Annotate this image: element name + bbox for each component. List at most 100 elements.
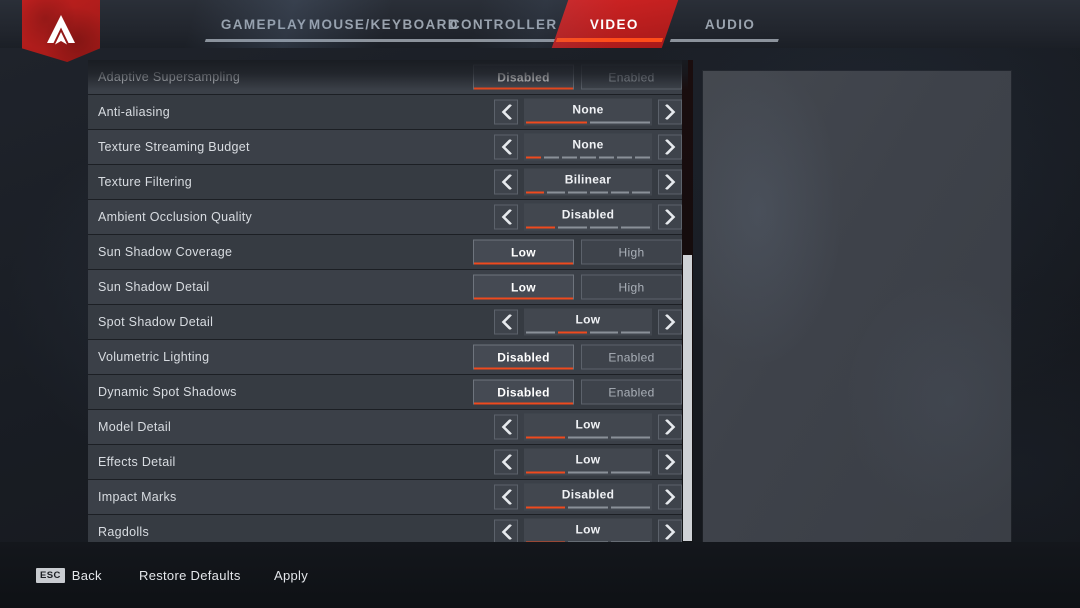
setting-row-model-detail[interactable]: Model Detail Low bbox=[88, 410, 688, 445]
chevron-left-icon[interactable] bbox=[494, 309, 518, 335]
setting-level-segments bbox=[526, 331, 650, 334]
setting-row-spot-shadow-detail[interactable]: Spot Shadow Detail Low bbox=[88, 305, 688, 340]
toggle-option-enabled[interactable]: Enabled bbox=[581, 344, 682, 370]
chevron-right-icon[interactable] bbox=[658, 519, 682, 542]
level-segment bbox=[634, 156, 650, 159]
level-segment bbox=[621, 226, 650, 229]
setting-value-box[interactable]: Bilinear bbox=[524, 168, 652, 196]
setting-value: None bbox=[572, 102, 604, 117]
setting-row-ragdolls[interactable]: Ragdolls Low bbox=[88, 515, 688, 542]
setting-label: Dynamic Spot Shadows bbox=[98, 385, 237, 399]
tab-audio[interactable]: AUDIO bbox=[662, 0, 799, 48]
setting-value-box[interactable]: None bbox=[524, 98, 652, 126]
setting-label: Model Detail bbox=[98, 420, 172, 434]
tab-label: VIDEO bbox=[590, 16, 640, 32]
level-segment bbox=[544, 156, 560, 159]
chevron-left-icon[interactable] bbox=[494, 484, 518, 510]
chevron-left-icon[interactable] bbox=[494, 519, 518, 542]
setting-row-effects-detail[interactable]: Effects Detail Low bbox=[88, 445, 688, 480]
level-segment bbox=[610, 436, 650, 439]
setting-row-texture-filtering[interactable]: Texture Filtering Bilinear bbox=[88, 165, 688, 200]
toggle-label: Disabled bbox=[497, 350, 550, 364]
setting-row-volumetric-lighting[interactable]: Volumetric Lighting Disabled Enabled bbox=[88, 340, 688, 375]
setting-level-segments bbox=[526, 121, 650, 124]
tab-underline bbox=[669, 39, 779, 42]
setting-label: Adaptive Supersampling bbox=[98, 70, 241, 84]
preview-sheen bbox=[703, 71, 1011, 542]
level-segment bbox=[526, 156, 542, 159]
setting-label: Sun Shadow Detail bbox=[98, 280, 210, 294]
chevron-right-icon[interactable] bbox=[658, 169, 682, 195]
setting-row-impact-marks[interactable]: Impact Marks Disabled bbox=[88, 480, 688, 515]
setting-value-box[interactable]: Low bbox=[524, 518, 652, 542]
footer-action-label: Restore Defaults bbox=[139, 567, 241, 583]
toggle-option-high[interactable]: High bbox=[581, 239, 682, 265]
setting-value: Low bbox=[575, 522, 601, 537]
toggle-option-disabled[interactable]: Disabled bbox=[473, 64, 574, 90]
chevron-left-icon[interactable] bbox=[494, 134, 518, 160]
apex-legends-logo-icon bbox=[22, 0, 100, 62]
footer-action-back[interactable]: ESC Back bbox=[36, 567, 102, 583]
setting-row-anti-aliasing[interactable]: Anti-aliasing None bbox=[88, 95, 688, 130]
setting-control: Disabled bbox=[494, 483, 682, 511]
setting-value-box[interactable]: None bbox=[524, 133, 652, 161]
toggle-option-enabled[interactable]: Enabled bbox=[581, 379, 682, 405]
setting-row-ambient-occlusion-quality[interactable]: Ambient Occlusion Quality Disabled bbox=[88, 200, 688, 235]
setting-control: Low bbox=[494, 308, 682, 336]
chevron-right-icon[interactable] bbox=[658, 99, 682, 125]
setting-label: Anti-aliasing bbox=[98, 105, 170, 119]
setting-row-dynamic-spot-shadows[interactable]: Dynamic Spot Shadows Disabled Enabled bbox=[88, 375, 688, 410]
level-segment bbox=[568, 191, 587, 194]
setting-level-segments bbox=[526, 471, 650, 474]
chevron-left-icon[interactable] bbox=[494, 169, 518, 195]
level-segment bbox=[580, 156, 596, 159]
setting-row-sun-shadow-detail[interactable]: Sun Shadow Detail Low High bbox=[88, 270, 688, 305]
chevron-left-icon[interactable] bbox=[494, 99, 518, 125]
toggle-option-enabled[interactable]: Enabled bbox=[581, 64, 682, 90]
setting-control: Low bbox=[494, 413, 682, 441]
setting-control: Disabled Enabled bbox=[473, 379, 682, 405]
setting-row-texture-streaming-budget[interactable]: Texture Streaming Budget None bbox=[88, 130, 688, 165]
toggle-label: Enabled bbox=[608, 70, 655, 84]
chevron-right-icon[interactable] bbox=[658, 449, 682, 475]
level-segment bbox=[526, 506, 566, 509]
toggle-underline bbox=[474, 87, 573, 90]
settings-scrollbar-thumb[interactable] bbox=[683, 255, 692, 541]
chevron-left-icon[interactable] bbox=[494, 449, 518, 475]
toggle-underline bbox=[582, 88, 681, 90]
setting-row-sun-shadow-coverage[interactable]: Sun Shadow Coverage Low High bbox=[88, 235, 688, 270]
footer-action-apply[interactable]: Apply bbox=[274, 568, 308, 583]
setting-label: Sun Shadow Coverage bbox=[98, 245, 233, 259]
toggle-option-high[interactable]: High bbox=[581, 274, 682, 300]
chevron-right-icon[interactable] bbox=[658, 484, 682, 510]
setting-level-segments bbox=[526, 506, 650, 509]
setting-value-box[interactable]: Disabled bbox=[524, 203, 652, 231]
chevron-right-icon[interactable] bbox=[658, 309, 682, 335]
setting-control: Low bbox=[494, 448, 682, 476]
setting-level-segments bbox=[526, 226, 650, 229]
chevron-left-icon[interactable] bbox=[494, 414, 518, 440]
level-segment bbox=[621, 331, 650, 334]
footer-action-restore-defaults[interactable]: Restore Defaults bbox=[139, 568, 241, 583]
chevron-left-icon[interactable] bbox=[494, 204, 518, 230]
footer-bar: ESC Back Restore Defaults Apply bbox=[0, 542, 1080, 608]
toggle-option-low[interactable]: Low bbox=[473, 239, 574, 265]
tab-video[interactable]: VIDEO bbox=[551, 0, 679, 48]
toggle-option-disabled[interactable]: Disabled bbox=[473, 379, 574, 405]
setting-value-box[interactable]: Low bbox=[524, 308, 652, 336]
setting-value-box[interactable]: Disabled bbox=[524, 483, 652, 511]
setting-row-adaptive-supersampling[interactable]: Adaptive Supersampling Disabled Enabled bbox=[88, 60, 688, 95]
level-segment bbox=[557, 226, 587, 229]
chevron-right-icon[interactable] bbox=[658, 134, 682, 160]
toggle-underline bbox=[582, 368, 681, 370]
level-segment bbox=[568, 506, 608, 509]
chevron-right-icon[interactable] bbox=[658, 204, 682, 230]
video-settings-list[interactable]: Adaptive Supersampling Disabled Enabled Ant… bbox=[88, 60, 688, 542]
toggle-option-disabled[interactable]: Disabled bbox=[473, 344, 574, 370]
chevron-right-icon[interactable] bbox=[658, 414, 682, 440]
setting-value-box[interactable]: Low bbox=[524, 413, 652, 441]
toggle-option-low[interactable]: Low bbox=[473, 274, 574, 300]
level-segment bbox=[589, 121, 650, 124]
toggle-underline bbox=[474, 297, 573, 300]
setting-value-box[interactable]: Low bbox=[524, 448, 652, 476]
